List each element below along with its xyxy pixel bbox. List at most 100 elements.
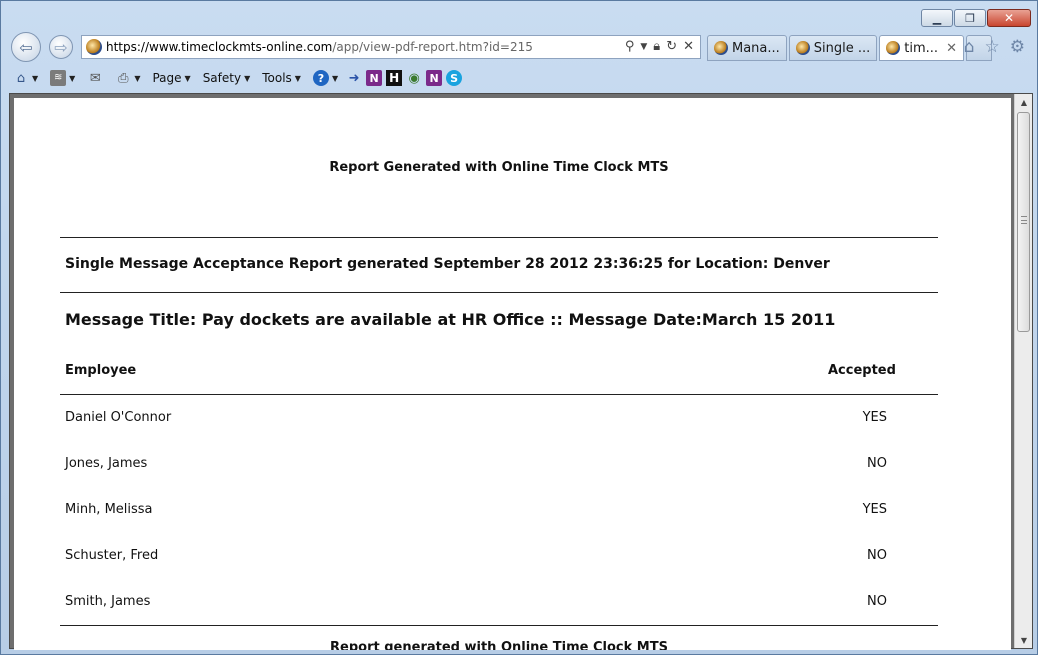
column-header-employee: Employee [65,363,137,378]
tab-single[interactable]: Single ... [788,35,878,61]
employee-name: Jones, James [65,456,148,471]
employee-name: Daniel O'Connor [65,410,172,425]
settings-gear-icon[interactable]: ⚙ [1010,37,1025,57]
chevron-down-icon: ▼ [294,73,301,83]
lock-icon[interactable]: 🔒︎ [653,39,660,55]
skype-icon[interactable]: S [446,70,463,86]
safety-menu[interactable]: Safety ▼ [199,67,255,89]
accepted-value: NO [867,548,887,563]
maximize-button[interactable]: ❐ [954,9,986,27]
minimize-icon: ▁ [932,11,942,25]
print-command[interactable]: ⎙ ▼ [111,67,144,89]
send-to-onenote-icon[interactable]: ➜ [346,70,362,86]
home-command[interactable]: ⌂ ▼ [9,67,42,89]
address-bar-tools: ⚲ ▼ 🔒︎ ↻ ✕ [625,39,700,55]
chevron-down-icon: ▼ [69,73,76,83]
home-icon[interactable]: ⌂ [964,37,975,57]
forward-button[interactable]: ⇨ [49,35,73,59]
employee-name: Schuster, Fred [65,548,159,563]
tab-timeclock-active[interactable]: tim... ✕ [879,35,964,61]
tools-menu[interactable]: Tools ▼ [258,67,305,89]
mail-icon: ✉ [89,70,101,86]
home-icon: ⌂ [16,70,26,86]
chevron-down-icon: ▼ [134,73,141,83]
dropdown-icon[interactable]: ▼ [640,39,647,55]
report-title: Single Message Acceptance Report generat… [65,256,830,272]
chevron-down-icon: ▼ [32,73,39,83]
accepted-value: NO [867,456,887,471]
divider [60,292,938,293]
printer-icon: ⎙ [118,70,129,86]
mail-command[interactable]: ✉ [83,67,107,89]
tab-favicon-icon [795,41,810,55]
table-row: Smith, James NO [65,594,887,614]
chevron-down-icon: ▼ [244,73,251,83]
onenote-icon[interactable]: N [366,70,383,86]
rss-feed-icon: ≋ [50,70,67,86]
minimize-button[interactable]: ▁ [921,9,953,27]
tab-label: Single ... [813,40,871,56]
site-favicon-icon [86,39,102,55]
message-title: Message Title: Pay dockets are available… [65,310,836,329]
chevron-down-icon: ▼ [184,73,191,83]
chevron-down-icon: ▼ [331,73,339,83]
address-bar[interactable]: https://www.timeclockmts-online.com/app/… [81,35,701,59]
back-button[interactable]: ⇦ [11,32,41,62]
report-footer: Report generated with Online Time Clock … [330,640,668,650]
divider [60,237,938,238]
accepted-value: YES [862,502,887,517]
column-header-accepted: Accepted [828,363,896,378]
tab-close-icon[interactable]: ✕ [946,41,957,56]
navigation-bar: ⇦ ⇨ https://www.timeclockmts-online.com/… [9,32,1031,63]
help-icon: ? [312,70,329,86]
search-icon[interactable]: ⚲ [625,39,635,55]
tab-label: Mana... [732,40,780,56]
scrollbar-thumb[interactable] [1017,112,1030,332]
favorites-star-icon[interactable]: ☆ [985,37,1000,57]
restore-icon: ❐ [965,11,975,25]
report-page: Report Generated with Online Time Clock … [14,98,1011,650]
scroll-down-arrow-icon[interactable]: ▼ [1015,632,1033,648]
page-menu[interactable]: Page ▼ [148,67,194,89]
help-menu[interactable]: ? ▼ [309,67,342,89]
divider [60,394,938,395]
scroll-up-arrow-icon[interactable]: ▲ [1015,94,1033,110]
browser-window: ▁ ❐ ✕ ⇦ ⇨ https://www.timeclockmts-onlin… [0,0,1038,655]
page-menu-label: Page [152,71,182,85]
tab-favicon-icon [886,41,901,55]
back-arrow-icon: ⇦ [19,37,33,57]
employee-name: Minh, Melissa [65,502,153,517]
accepted-value: NO [867,594,887,609]
table-row: Daniel O'Connor YES [65,410,887,430]
table-row: Minh, Melissa YES [65,502,887,522]
browser-right-icons: ⌂ ☆ ⚙ [964,37,1025,57]
stop-icon[interactable]: ✕ [683,39,694,55]
close-icon: ✕ [1003,11,1015,25]
url-text[interactable]: https://www.timeclockmts-online.com/app/… [106,40,625,54]
forward-arrow-icon: ⇨ [54,37,68,57]
feeds-command[interactable]: ≋ ▼ [46,67,79,89]
page-viewport: Report Generated with Online Time Clock … [9,93,1033,650]
safety-menu-label: Safety [202,71,242,85]
window-caption-buttons: ▁ ❐ ✕ [921,9,1031,27]
tab-label: tim... [904,40,939,56]
tab-favicon-icon [714,41,728,55]
tab-manage[interactable]: Mana... [707,35,787,61]
divider [60,625,938,626]
grip-icon [1021,216,1027,224]
onenote-linked-icon[interactable]: N [426,70,443,86]
report-header: Report Generated with Online Time Clock … [329,160,669,175]
close-window-button[interactable]: ✕ [987,9,1031,27]
employee-name: Smith, James [65,594,151,609]
accepted-value: YES [862,410,887,425]
url-path: /app/view-pdf-report.htm?id=215 [332,40,533,54]
vertical-scrollbar[interactable]: ▲ ▼ [1014,94,1032,648]
eye-addon-icon[interactable]: ◉ [406,70,422,86]
table-row: Schuster, Fred NO [65,548,887,568]
table-row: Jones, James NO [65,456,887,476]
refresh-icon[interactable]: ↻ [666,39,677,55]
h-addon-icon[interactable]: H [386,70,403,86]
tab-strip: Mana... Single ... tim... ✕ [707,35,992,61]
command-bar: ⌂ ▼ ≋ ▼ ✉ ⎙ ▼ Page ▼ Safety ▼ Tools ▼ ? ▼ ➜ N H… [9,65,1031,91]
tools-menu-label: Tools [262,71,292,85]
